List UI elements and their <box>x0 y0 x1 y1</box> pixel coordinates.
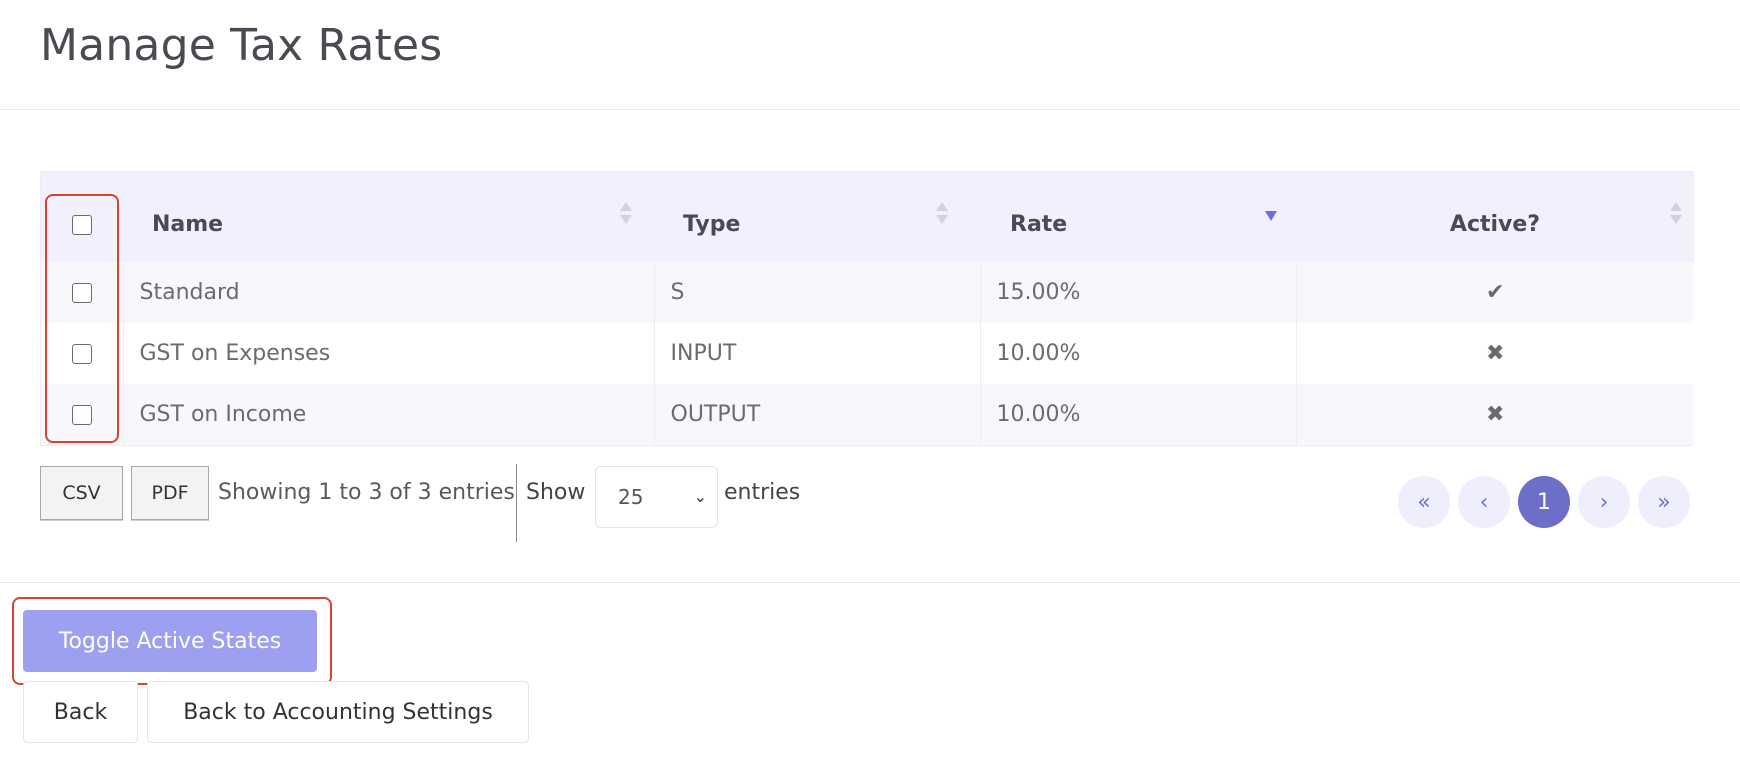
check-icon: ✔ <box>1295 262 1694 323</box>
row-checkbox[interactable] <box>71 344 92 364</box>
back-to-accounting-settings-button[interactable]: Back to Accounting Settings <box>147 681 529 743</box>
cell-type: OUTPUT <box>653 384 980 445</box>
column-header-type-label: Type <box>683 211 741 237</box>
cell-rate: 15.00% <box>979 262 1296 323</box>
row-checkbox[interactable] <box>71 283 92 303</box>
cross-icon: ✖ <box>1295 323 1694 384</box>
cell-rate: 10.00% <box>979 384 1296 445</box>
controls-divider <box>516 464 517 542</box>
sort-icon[interactable] <box>936 202 948 228</box>
row-select-cell <box>41 323 123 384</box>
sort-icon[interactable] <box>1670 202 1682 228</box>
row-select-cell <box>41 262 123 323</box>
cell-type: INPUT <box>653 323 980 384</box>
column-header-name-label: Name <box>152 211 224 237</box>
cross-icon: ✖ <box>1295 384 1694 445</box>
last-page-button[interactable]: » <box>1638 476 1690 528</box>
cell-rate: 10.00% <box>979 323 1296 384</box>
table-row[interactable]: Standard S 15.00% ✔ <box>41 262 1694 323</box>
current-page-button[interactable]: 1 <box>1518 476 1570 528</box>
table-info-text: Showing 1 to 3 of 3 entries <box>218 480 515 505</box>
select-all-cell <box>41 172 123 262</box>
cell-name: GST on Expenses <box>122 323 654 384</box>
table-row[interactable]: GST on Income OUTPUT 10.00% ✖ <box>41 384 1694 445</box>
column-header-type[interactable]: Type <box>654 172 980 262</box>
previous-page-button[interactable]: ‹ <box>1458 476 1510 528</box>
page-header: Manage Tax Rates <box>0 0 1740 110</box>
entries-label: entries <box>724 480 801 505</box>
tax-rates-table-wrapper: Name Type Rate Active? Standard S 15.00%… <box>40 171 1694 446</box>
table-row[interactable]: GST on Expenses INPUT 10.00% ✖ <box>41 323 1694 384</box>
pdf-export-button[interactable]: PDF <box>131 466 209 520</box>
csv-export-button[interactable]: CSV <box>40 466 123 520</box>
column-header-name[interactable]: Name <box>123 172 654 262</box>
column-header-active-label: Active? <box>1449 211 1541 237</box>
page-length-select[interactable]: 25 ⌄ <box>595 466 718 528</box>
show-label: Show <box>526 480 586 505</box>
column-header-rate[interactable]: Rate <box>980 172 1296 262</box>
tax-rates-table: Name Type Rate Active? Standard S 15.00%… <box>41 172 1694 445</box>
page-length-value: 25 <box>618 485 644 509</box>
pagination: « ‹ 1 › » <box>1398 476 1690 528</box>
table-header-row: Name Type Rate Active? <box>41 172 1694 262</box>
sort-descending-icon[interactable] <box>1265 198 1277 224</box>
select-all-checkbox[interactable] <box>72 214 92 235</box>
column-header-rate-label: Rate <box>1010 211 1068 237</box>
first-page-button[interactable]: « <box>1398 476 1450 528</box>
table-controls: CSV PDF Showing 1 to 3 of 3 entries Show… <box>40 456 1700 542</box>
cell-type: S <box>653 262 980 323</box>
toggle-active-states-button[interactable]: Toggle Active States <box>23 610 317 672</box>
cell-name: GST on Income <box>122 384 654 445</box>
column-header-active[interactable]: Active? <box>1296 172 1694 262</box>
chevron-down-icon: ⌄ <box>693 487 707 506</box>
cell-name: Standard <box>122 262 654 323</box>
next-page-button[interactable]: › <box>1578 476 1630 528</box>
back-button[interactable]: Back <box>23 681 138 743</box>
sort-icon[interactable] <box>620 202 632 228</box>
content-area: Name Type Rate Active? Standard S 15.00%… <box>0 110 1740 583</box>
row-select-cell <box>41 384 123 445</box>
row-checkbox[interactable] <box>71 405 92 425</box>
footer-actions: Toggle Active States Back Back to Accoun… <box>0 583 1740 769</box>
page-title: Manage Tax Rates <box>40 20 443 71</box>
